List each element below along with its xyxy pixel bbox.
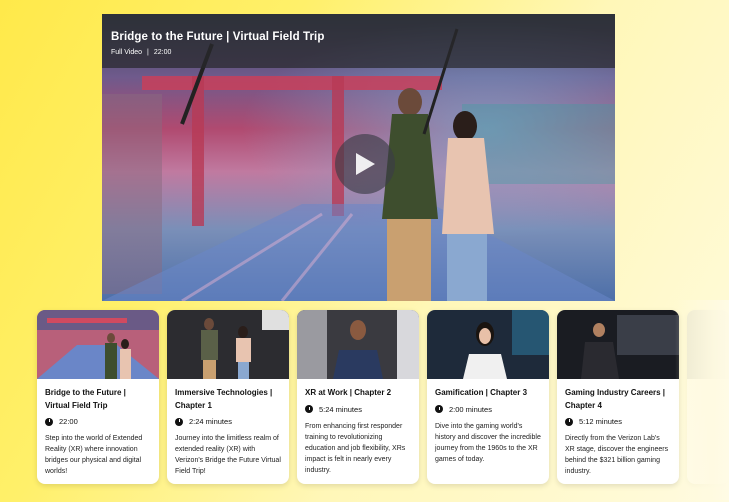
- clock-icon: [435, 405, 443, 413]
- chapter-duration: 2:24 minutes: [175, 417, 281, 426]
- chapter-duration: 22:00: [45, 417, 151, 426]
- chapter-thumbnail: [37, 310, 159, 379]
- video-title: Bridge to the Future | Virtual Field Tri…: [111, 31, 325, 43]
- chapter-duration: 2:00 minutes: [435, 405, 541, 414]
- chapter-description: Journey into the limitless realm of exte…: [175, 435, 281, 475]
- chapter-description: Dive into the gaming world's history and…: [435, 422, 541, 463]
- video-type-label: Full Video: [111, 49, 143, 56]
- chapter-thumbnail: [167, 310, 289, 379]
- chapter-duration-text: 22:00: [59, 417, 78, 426]
- chapter-description: Directly from the Verizon Lab's XR stage…: [565, 435, 669, 475]
- chapter-duration: 5:12 minutes: [565, 417, 671, 426]
- play-button[interactable]: [335, 134, 395, 194]
- chapter-description: From enhancing first responder training …: [305, 422, 406, 474]
- chapter-thumbnail: [687, 310, 729, 379]
- chapter-card[interactable]: Gaming Industry Careers | Chapter 4 5:12…: [557, 310, 679, 484]
- chapter-card-partial[interactable]: [687, 310, 729, 484]
- clock-icon: [175, 417, 183, 426]
- meta-separator: |: [147, 49, 149, 56]
- chapter-duration-text: 2:24 minutes: [189, 417, 232, 426]
- chapter-title: Bridge to the Future | Virtual Field Tri…: [45, 388, 126, 410]
- chapter-carousel[interactable]: Bridge to the Future | Virtual Field Tri…: [0, 310, 729, 485]
- clock-icon: [305, 405, 313, 413]
- video-meta: Full Video | 22:00: [111, 49, 607, 56]
- chapter-thumbnail: [297, 310, 419, 379]
- chapter-thumbnail: [427, 310, 549, 379]
- chapter-thumbnail: [557, 310, 679, 379]
- chapter-card[interactable]: Gamification | Chapter 3 2:00 minutes Di…: [427, 310, 549, 484]
- video-player[interactable]: Bridge to the Future | Virtual Field Tri…: [102, 14, 615, 301]
- clock-icon: [45, 417, 53, 426]
- chapter-card[interactable]: Immersive Technologies | Chapter 1 2:24 …: [167, 310, 289, 484]
- chapter-duration: 5:24 minutes: [305, 405, 411, 414]
- chapter-card[interactable]: Bridge to the Future | Virtual Field Tri…: [37, 310, 159, 484]
- chapter-duration-text: 2:00 minutes: [449, 404, 492, 414]
- video-duration: 22:00: [153, 49, 172, 56]
- video-header: Bridge to the Future | Virtual Field Tri…: [102, 14, 615, 68]
- chapter-card[interactable]: XR at Work | Chapter 2 5:24 minutes From…: [297, 310, 419, 484]
- chapter-title: Immersive Technologies | Chapter 1: [175, 388, 273, 410]
- play-icon: [356, 153, 375, 175]
- chapter-duration-text: 5:24 minutes: [319, 404, 362, 414]
- chapter-duration-text: 5:12 minutes: [579, 417, 622, 426]
- chapter-description: Step into the world of Extended Reality …: [45, 435, 143, 475]
- chapter-title: Gaming Industry Careers | Chapter 4: [565, 388, 666, 410]
- clock-icon: [565, 417, 573, 426]
- chapter-title: Gamification | Chapter 3: [435, 388, 528, 397]
- chapter-title: XR at Work | Chapter 2: [305, 388, 392, 397]
